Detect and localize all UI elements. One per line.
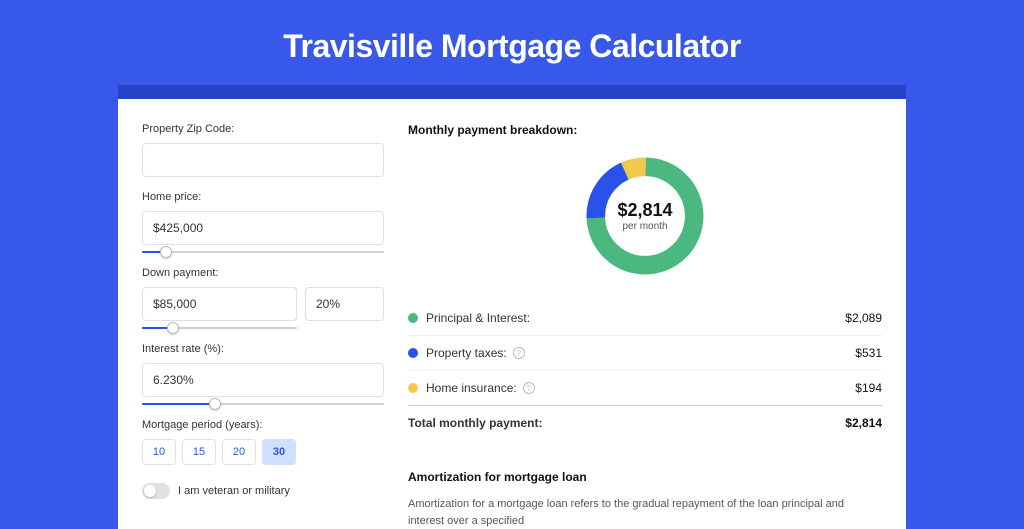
donut-amount: $2,814 xyxy=(617,200,672,221)
info-icon[interactable]: ? xyxy=(523,382,535,394)
amortization-text: Amortization for a mortgage loan refers … xyxy=(408,496,882,529)
interest-group: Interest rate (%): xyxy=(142,343,384,405)
info-icon[interactable]: ? xyxy=(513,347,525,359)
home-price-slider[interactable] xyxy=(142,251,384,253)
legend: Principal & Interest: $2,089 Property ta… xyxy=(408,301,882,440)
period-group: Mortgage period (years): 10 15 20 30 xyxy=(142,419,384,465)
period-options: 10 15 20 30 xyxy=(142,439,384,465)
dot-icon xyxy=(408,348,418,358)
home-price-label: Home price: xyxy=(142,191,384,203)
veteran-toggle[interactable] xyxy=(142,483,170,499)
zip-label: Property Zip Code: xyxy=(142,123,384,135)
results-column: Monthly payment breakdown: $2,814 per mo… xyxy=(408,123,882,529)
veteran-label: I am veteran or military xyxy=(178,485,290,497)
slider-thumb[interactable] xyxy=(160,246,172,258)
donut-center: $2,814 per month xyxy=(617,200,672,232)
zip-input[interactable] xyxy=(142,143,384,177)
down-payment-percent-input[interactable] xyxy=(305,287,384,321)
home-price-group: Home price: xyxy=(142,191,384,253)
period-option-15[interactable]: 15 xyxy=(182,439,216,465)
total-label: Total monthly payment: xyxy=(408,416,845,430)
legend-label: Home insurance:? xyxy=(426,381,855,395)
interest-slider[interactable] xyxy=(142,403,384,405)
donut-sub: per month xyxy=(617,221,672,232)
period-label: Mortgage period (years): xyxy=(142,419,384,431)
breakdown-title: Monthly payment breakdown: xyxy=(408,123,882,137)
toggle-knob xyxy=(144,485,156,497)
down-payment-label: Down payment: xyxy=(142,267,384,279)
interest-label: Interest rate (%): xyxy=(142,343,384,355)
slider-thumb[interactable] xyxy=(209,398,221,410)
inputs-column: Property Zip Code: Home price: Down paym… xyxy=(142,123,384,529)
donut-chart: $2,814 per month xyxy=(408,151,882,281)
veteran-row: I am veteran or military xyxy=(142,483,384,499)
down-payment-slider[interactable] xyxy=(142,327,297,329)
legend-value: $2,089 xyxy=(845,311,882,325)
legend-label: Property taxes:? xyxy=(426,346,855,360)
dot-icon xyxy=(408,383,418,393)
page-title: Travisville Mortgage Calculator xyxy=(0,0,1024,85)
zip-group: Property Zip Code: xyxy=(142,123,384,177)
dot-icon xyxy=(408,313,418,323)
legend-row-taxes: Property taxes:? $531 xyxy=(408,335,882,370)
amortization-title: Amortization for mortgage loan xyxy=(408,470,882,484)
period-option-20[interactable]: 20 xyxy=(222,439,256,465)
period-option-30[interactable]: 30 xyxy=(262,439,296,465)
total-value: $2,814 xyxy=(845,416,882,430)
calculator-card: Property Zip Code: Home price: Down paym… xyxy=(118,99,906,529)
period-option-10[interactable]: 10 xyxy=(142,439,176,465)
legend-value: $194 xyxy=(855,381,882,395)
amortization-section: Amortization for mortgage loan Amortizat… xyxy=(408,466,882,529)
slider-thumb[interactable] xyxy=(167,322,179,334)
legend-value: $531 xyxy=(855,346,882,360)
home-price-input[interactable] xyxy=(142,211,384,245)
down-payment-amount-input[interactable] xyxy=(142,287,297,321)
legend-row-insurance: Home insurance:? $194 xyxy=(408,370,882,405)
down-payment-group: Down payment: xyxy=(142,267,384,329)
interest-input[interactable] xyxy=(142,363,384,397)
legend-row-principal: Principal & Interest: $2,089 xyxy=(408,301,882,335)
legend-row-total: Total monthly payment: $2,814 xyxy=(408,405,882,440)
legend-label: Principal & Interest: xyxy=(426,311,845,325)
